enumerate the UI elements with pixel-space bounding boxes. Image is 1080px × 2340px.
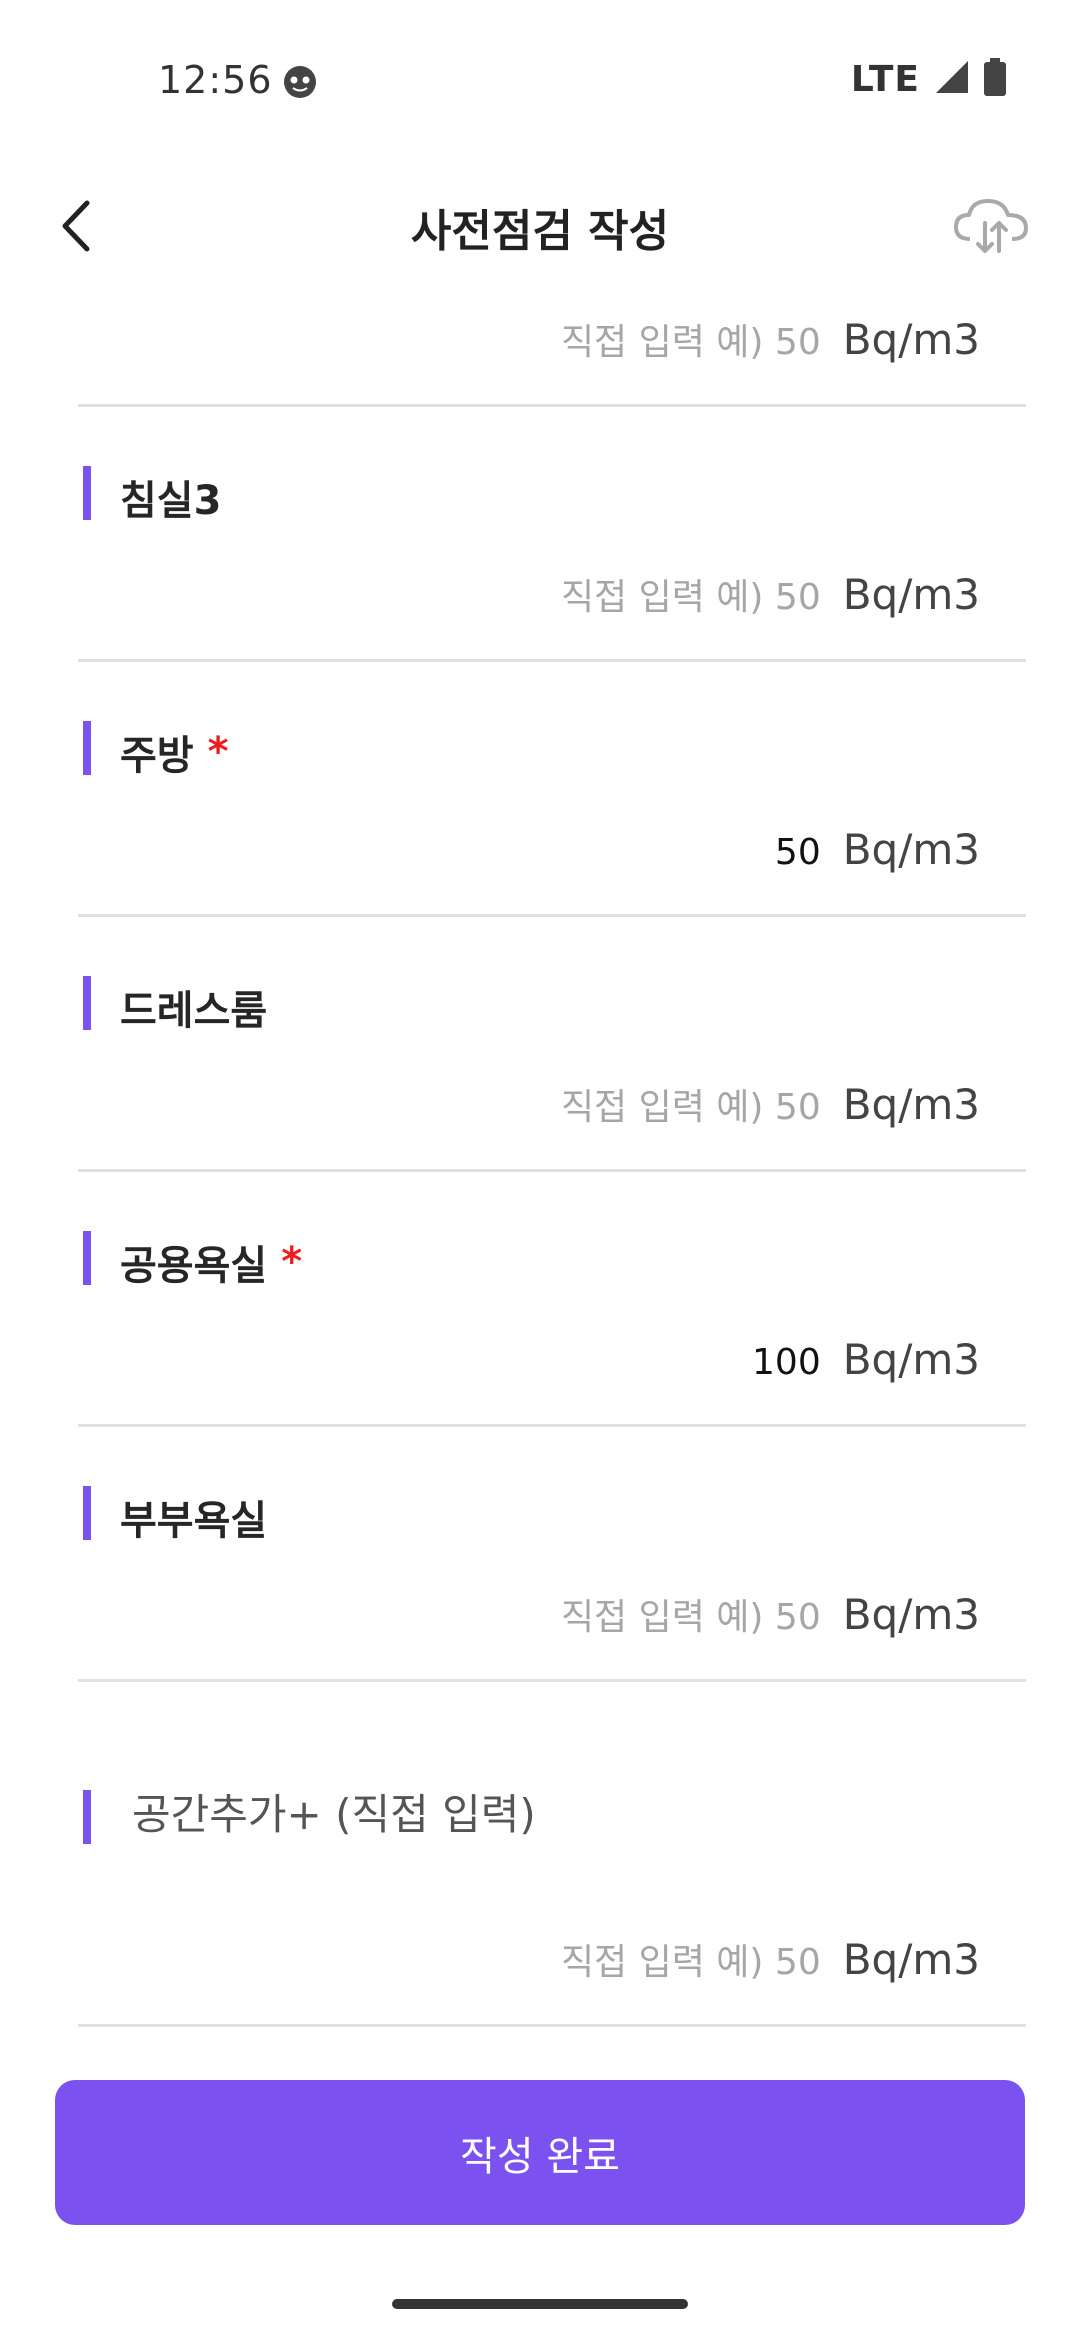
app-notification-icon: [282, 64, 318, 100]
room-label-text: 주방: [120, 733, 194, 779]
submit-button[interactable]: 작성 완료: [55, 2080, 1025, 2225]
room-input-row: Bq/m3: [500, 570, 980, 619]
room-label: 드레스룸: [120, 978, 267, 1036]
value-input[interactable]: [500, 322, 821, 363]
room-label: 침실3: [120, 468, 221, 526]
divider: [78, 1679, 1026, 1682]
app-header: 사전점검 작성: [0, 165, 1080, 290]
value-input[interactable]: [500, 1087, 821, 1128]
cloud-sync-icon: [952, 195, 1032, 259]
cloud-sync-button[interactable]: [948, 191, 1036, 263]
network-label: LTE: [850, 58, 920, 100]
room-input-row: Bq/m3: [500, 1335, 980, 1384]
room-label-text: 공용욕실: [120, 1243, 268, 1289]
room-label: 부부욕실: [120, 1488, 267, 1546]
room-label: 공용욕실 *: [120, 1233, 302, 1291]
section-accent-bar: [83, 1790, 91, 1844]
section-accent-bar: [83, 466, 91, 520]
value-input[interactable]: [500, 1342, 821, 1383]
unit-label: Bq/m3: [842, 570, 980, 619]
room-input-row: Bq/m3: [500, 315, 980, 364]
room-input-row: Bq/m3: [500, 825, 980, 874]
add-space-input[interactable]: [132, 1790, 832, 1839]
divider: [78, 404, 1026, 407]
divider: [78, 659, 1026, 662]
value-input[interactable]: [500, 832, 821, 873]
value-input[interactable]: [500, 1597, 821, 1638]
unit-label: Bq/m3: [842, 1335, 980, 1384]
unit-label: Bq/m3: [842, 1080, 980, 1129]
room-label-text: 부부욕실: [120, 1498, 268, 1544]
battery-icon: [984, 58, 1006, 100]
room-input-row: Bq/m3: [500, 1080, 980, 1129]
signal-icon: [934, 59, 970, 99]
unit-label: Bq/m3: [842, 825, 980, 874]
divider: [78, 1169, 1026, 1172]
divider: [78, 1424, 1026, 1427]
room-label-text: 드레스룸: [120, 988, 268, 1034]
divider: [78, 914, 1026, 917]
section-accent-bar: [83, 1486, 91, 1540]
home-indicator[interactable]: [392, 2299, 688, 2309]
room-label: 주방 *: [120, 723, 229, 781]
page-title: 사전점검 작성: [410, 206, 670, 257]
unit-label: Bq/m3: [842, 315, 980, 364]
section-accent-bar: [83, 976, 91, 1030]
value-input[interactable]: [500, 577, 821, 618]
status-right: LTE: [851, 58, 1006, 100]
value-input[interactable]: [500, 1942, 821, 1983]
required-mark: *: [207, 729, 229, 775]
form-content[interactable]: Bq/m3 침실3 Bq/m3 주방 * Bq/m3 드레스룸 Bq/m3 공용…: [0, 290, 1080, 2030]
divider: [78, 2024, 1026, 2027]
section-accent-bar: [83, 1231, 91, 1285]
room-input-row: Bq/m3: [500, 1935, 980, 1984]
status-bar: 12:56 LTE: [0, 0, 1080, 165]
room-input-row: Bq/m3: [500, 1590, 980, 1639]
section-accent-bar: [83, 721, 91, 775]
room-label-text: 침실3: [120, 478, 222, 524]
unit-label: Bq/m3: [842, 1590, 980, 1639]
status-time: 12:56: [158, 58, 273, 102]
unit-label: Bq/m3: [842, 1935, 980, 1984]
required-mark: *: [281, 1239, 303, 1285]
